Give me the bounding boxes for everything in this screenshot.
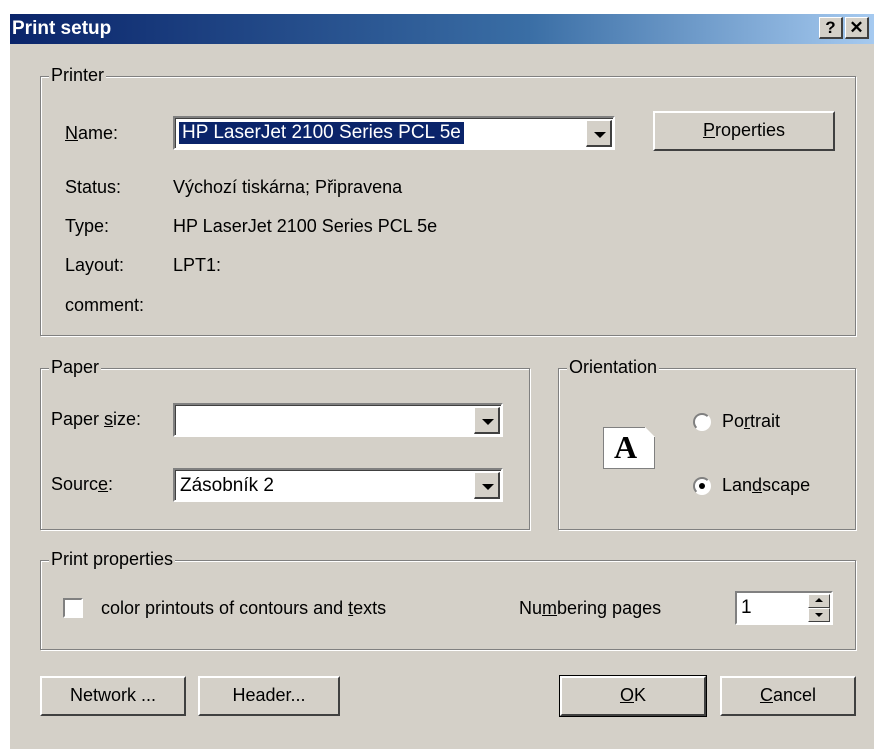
numbering-pages-label: Numbering pages — [519, 598, 662, 618]
dialog-title: Print setup — [12, 18, 112, 39]
color-printouts-label[interactable]: color printouts of contours and texts — [101, 598, 386, 619]
page-orientation-icon: A — [603, 427, 655, 469]
print-properties-legend: Print properties — [49, 549, 176, 570]
layout-label: Layout: — [65, 255, 125, 275]
network-button[interactable]: Network ... — [40, 676, 186, 716]
printer-legend: Printer — [49, 65, 107, 86]
spin-down-icon[interactable] — [808, 608, 830, 622]
printer-name-value: HP LaserJet 2100 Series PCL 5e — [178, 121, 465, 145]
comment-label: comment: — [65, 295, 145, 315]
title-bar[interactable]: Print setup ? ✕ — [10, 14, 874, 44]
source-select[interactable]: Zásobník 2 — [173, 468, 503, 502]
dropdown-arrow-icon[interactable] — [474, 407, 500, 434]
printer-group: Printer Name: HP LaserJet 2100 Series PC… — [40, 65, 856, 336]
numbering-pages-spinner[interactable]: 1 — [735, 591, 833, 625]
name-label: Name: — [65, 123, 119, 143]
paper-legend: Paper — [49, 357, 102, 378]
spin-up-icon[interactable] — [808, 594, 830, 608]
dropdown-arrow-icon[interactable] — [474, 472, 500, 499]
source-label: Source: — [51, 474, 114, 494]
page-icon-letter: A — [614, 429, 638, 465]
header-button[interactable]: Header... — [198, 676, 340, 716]
help-button[interactable]: ? — [819, 17, 843, 39]
landscape-label[interactable]: Landscape — [722, 475, 810, 496]
radio-selected-dot — [699, 483, 705, 489]
source-value: Zásobník 2 — [180, 475, 274, 496]
paper-group: Paper Paper size: Source: Zásobník 2 — [40, 357, 530, 530]
orientation-legend: Orientation — [567, 357, 660, 378]
properties-button[interactable]: Properties — [653, 111, 835, 151]
orientation-group: Orientation A Portrait Landscape — [558, 357, 856, 530]
portrait-label[interactable]: Portrait — [722, 411, 780, 432]
layout-value: LPT1: — [173, 255, 222, 275]
portrait-radio[interactable] — [693, 413, 711, 431]
close-button[interactable]: ✕ — [845, 17, 869, 39]
status-label: Status: — [65, 177, 122, 197]
paper-size-label: Paper size: — [51, 409, 142, 429]
dropdown-arrow-icon[interactable] — [586, 120, 612, 147]
color-printouts-checkbox[interactable] — [63, 598, 83, 618]
paper-size-select[interactable] — [173, 403, 503, 437]
print-properties-group: Print properties color printouts of cont… — [40, 549, 856, 650]
cancel-button[interactable]: Cancel — [720, 676, 856, 716]
status-value: Výchozí tiskárna; Připravena — [173, 177, 403, 197]
type-value: HP LaserJet 2100 Series PCL 5e — [173, 216, 438, 236]
ok-button[interactable]: OK — [559, 675, 707, 717]
print-setup-dialog: Print setup ? ✕ Printer Name: HP LaserJe… — [10, 14, 874, 749]
type-label: Type: — [65, 216, 110, 236]
numbering-pages-value[interactable]: 1 — [741, 597, 752, 619]
landscape-radio[interactable] — [693, 477, 711, 495]
printer-name-select[interactable]: HP LaserJet 2100 Series PCL 5e — [173, 116, 615, 150]
